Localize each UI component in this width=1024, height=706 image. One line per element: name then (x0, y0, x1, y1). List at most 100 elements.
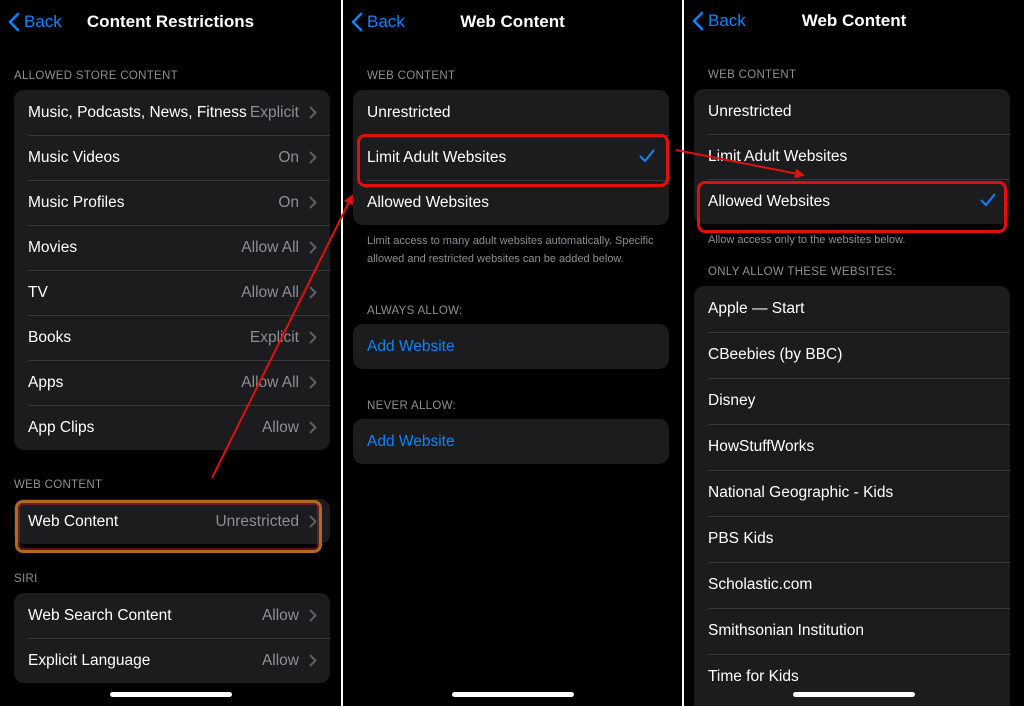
row-label: Movies (28, 238, 78, 256)
option-label: Unrestricted (708, 102, 792, 120)
option-label: Allowed Websites (367, 193, 490, 211)
website-label: Smithsonian Institution (708, 622, 864, 639)
chevron-right-icon (309, 151, 317, 164)
website-row[interactable]: Apple — Start (694, 286, 1010, 332)
section-header-web: WEB CONTENT (367, 70, 456, 82)
row-label: Music, Podcasts, News, Fitness (28, 103, 247, 121)
chevron-right-icon (309, 286, 317, 299)
home-indicator (109, 692, 232, 697)
home-indicator (451, 692, 574, 697)
section-header-never: NEVER ALLOW: (367, 400, 457, 412)
section-header-web: WEB CONTENT (14, 479, 103, 491)
row-label: Explicit Language (28, 651, 151, 669)
row-label: Music Profiles (28, 193, 125, 211)
website-row[interactable]: Scholastic.com (694, 562, 1010, 608)
settings-row[interactable]: Music Profiles On (14, 180, 330, 225)
row-label: Music Videos (28, 148, 120, 166)
web-content-screen-limit: Back Web Content WEB CONTENT Unrestricte… (343, 0, 682, 706)
section-header-sites: ONLY ALLOW THESE WEBSITES: (708, 266, 897, 278)
section-header-store: ALLOWED STORE CONTENT (14, 70, 178, 82)
website-row[interactable]: CBeebies (by BBC) (694, 332, 1010, 378)
website-label: CBeebies (by BBC) (708, 346, 843, 363)
never-allow-group: Add Website (353, 419, 669, 464)
nav-bar: Back Web Content (343, 0, 682, 42)
back-label: Back (24, 12, 62, 31)
highlight-limit-adult (357, 134, 669, 187)
add-website-button[interactable]: Add Website (353, 324, 669, 369)
allowed-sites-group: Apple — Start CBeebies (by BBC) Disney HowS… (694, 286, 1010, 706)
settings-row[interactable]: Explicit Language Allow (14, 638, 330, 683)
back-button[interactable]: Back (351, 12, 405, 32)
chevron-right-icon (309, 196, 317, 209)
settings-row[interactable]: Books Explicit (14, 315, 330, 360)
option-unrestricted[interactable]: Unrestricted (353, 90, 669, 135)
chevron-right-icon (309, 241, 317, 254)
row-value: On (278, 193, 299, 211)
website-row[interactable]: National Geographic - Kids (694, 470, 1010, 516)
chevron-right-icon (309, 331, 317, 344)
chevron-right-icon (309, 421, 317, 434)
website-label: Time for Kids (708, 668, 799, 685)
store-content-group: Music, Podcasts, News, Fitness Explicit Mu… (14, 90, 330, 450)
website-row[interactable]: HowStuffWorks (694, 424, 1010, 470)
website-label: National Geographic - Kids (708, 484, 894, 501)
footer-note: Limit access to many adult websites auto… (367, 235, 654, 265)
row-value: Allow (261, 651, 299, 669)
settings-row[interactable]: Music, Podcasts, News, Fitness Explicit (14, 90, 330, 135)
chevron-right-icon (309, 376, 317, 389)
row-value: Allow All (241, 373, 299, 391)
row-value: Allow (261, 418, 299, 436)
settings-row[interactable]: App Clips Allow (14, 405, 330, 450)
add-website-button[interactable]: Add Website (353, 419, 669, 464)
website-label: HowStuffWorks (708, 438, 815, 455)
option-label: Limit Adult Websites (708, 147, 848, 165)
chevron-right-icon (309, 654, 317, 667)
always-allow-group: Add Website (353, 324, 669, 369)
website-label: Apple — Start (708, 300, 805, 317)
highlight-web-content (15, 500, 322, 553)
back-label: Back (367, 12, 405, 31)
row-label: Web Search Content (28, 606, 172, 624)
option-limit-adult[interactable]: Limit Adult Websites (694, 134, 1010, 179)
section-header-siri: SIRI (14, 573, 38, 585)
nav-bar: Back Web Content (684, 0, 1024, 42)
home-indicator (793, 692, 915, 697)
settings-row[interactable]: Movies Allow All (14, 225, 330, 270)
row-value: Allow All (241, 283, 299, 301)
siri-group: Web Search Content Allow Explicit Language… (14, 593, 330, 683)
back-button[interactable]: Back (8, 12, 62, 32)
row-label: Books (28, 328, 72, 346)
row-value: Explicit (249, 328, 299, 346)
settings-row[interactable]: Apps Allow All (14, 360, 330, 405)
row-value: Allow All (241, 238, 299, 256)
row-label: TV (28, 283, 48, 301)
settings-row[interactable]: TV Allow All (14, 270, 330, 315)
row-value: Allow (261, 606, 299, 624)
back-button[interactable]: Back (692, 11, 746, 31)
web-content-screen-allowed: Back Web Content WEB CONTENT Unrestricte… (684, 0, 1024, 706)
website-label: PBS Kids (708, 530, 774, 547)
website-label: Scholastic.com (708, 576, 813, 593)
row-label: Apps (28, 373, 64, 391)
settings-row[interactable]: Web Search Content Allow (14, 593, 330, 638)
back-label: Back (708, 11, 746, 30)
website-row[interactable]: Disney (694, 378, 1010, 424)
settings-row[interactable]: Music Videos On (14, 135, 330, 180)
chevron-left-icon (692, 11, 704, 31)
row-value: Explicit (249, 103, 299, 121)
row-label: App Clips (28, 418, 95, 436)
chevron-right-icon (309, 106, 317, 119)
website-row[interactable]: Smithsonian Institution (694, 608, 1010, 654)
website-row[interactable]: PBS Kids (694, 516, 1010, 562)
option-label: Unrestricted (367, 103, 451, 121)
content-restrictions-screen: Back Content Restrictions ALLOWED STORE … (0, 0, 341, 706)
chevron-right-icon (309, 609, 317, 622)
nav-bar: Back Content Restrictions (0, 0, 341, 42)
highlight-allowed-websites (697, 181, 1007, 233)
row-value: On (278, 148, 299, 166)
section-header-web: WEB CONTENT (708, 69, 797, 81)
option-unrestricted[interactable]: Unrestricted (694, 89, 1010, 134)
website-label: Disney (708, 392, 756, 409)
chevron-left-icon (8, 12, 20, 32)
section-header-always: ALWAYS ALLOW: (367, 305, 463, 317)
